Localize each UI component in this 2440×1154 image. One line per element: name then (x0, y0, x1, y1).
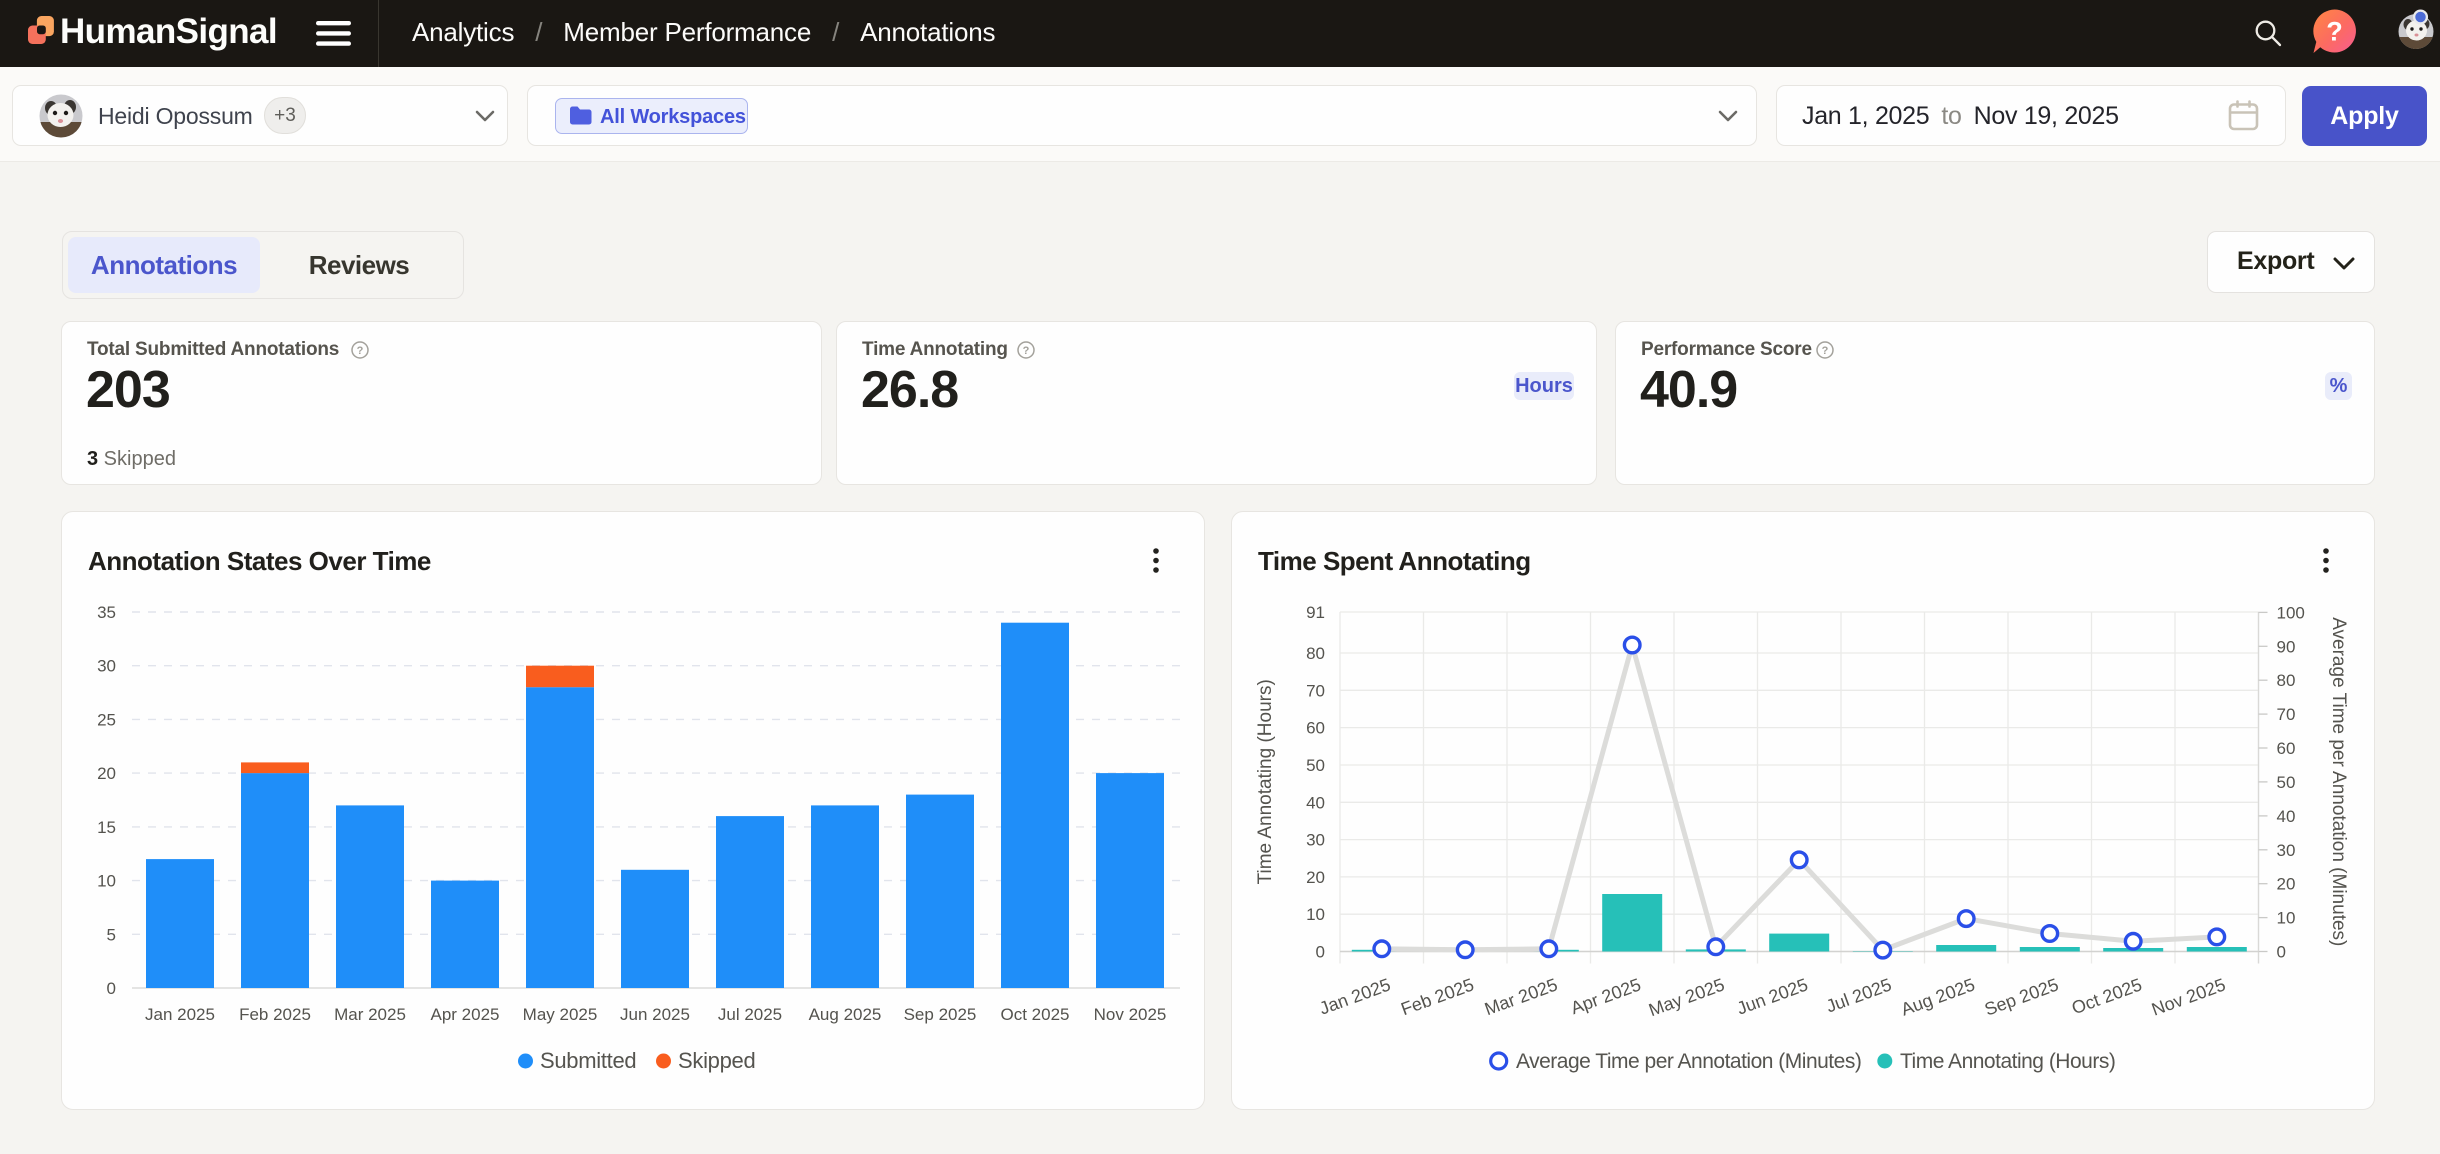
svg-text:Aug 2025: Aug 2025 (1898, 974, 1977, 1019)
svg-text:Aug 2025: Aug 2025 (809, 1005, 882, 1024)
svg-text:Skipped: Skipped (678, 1048, 755, 1073)
svg-text:15: 15 (97, 818, 116, 837)
svg-text:91: 91 (1306, 603, 1325, 622)
svg-text:Sep 2025: Sep 2025 (1982, 974, 2061, 1019)
svg-text:Submitted: Submitted (540, 1048, 636, 1073)
svg-text:Jun 2025: Jun 2025 (620, 1005, 690, 1024)
svg-text:50: 50 (2277, 773, 2296, 792)
svg-text:70: 70 (1306, 681, 1325, 700)
svg-text:80: 80 (2277, 671, 2296, 690)
svg-text:0: 0 (107, 979, 116, 998)
svg-text:90: 90 (2277, 637, 2296, 656)
svg-text:Average Time per Annotation (M: Average Time per Annotation (Minutes) (2328, 617, 2349, 946)
svg-text:Sep 2025: Sep 2025 (904, 1005, 977, 1024)
svg-text:?: ? (1023, 345, 1030, 357)
svg-text:Oct 2025: Oct 2025 (1001, 1005, 1070, 1024)
svg-text:50: 50 (1306, 756, 1325, 775)
svg-text:Feb 2025: Feb 2025 (239, 1005, 311, 1024)
svg-text:?: ? (2326, 17, 2343, 47)
svg-text:100: 100 (2277, 603, 2305, 622)
svg-text:Time Annotating (Hours): Time Annotating (Hours) (1255, 679, 1276, 884)
svg-text:10: 10 (1306, 905, 1325, 924)
svg-text:Time Annotating (Hours): Time Annotating (Hours) (1900, 1050, 2115, 1073)
svg-text:80: 80 (1306, 644, 1325, 663)
svg-text:Jun 2025: Jun 2025 (1734, 974, 1810, 1018)
svg-text:35: 35 (97, 603, 116, 622)
svg-text:40: 40 (2277, 807, 2296, 826)
svg-text:May 2025: May 2025 (523, 1005, 598, 1024)
svg-text:Oct 2025: Oct 2025 (2069, 974, 2144, 1018)
svg-text:25: 25 (97, 710, 116, 729)
svg-text:?: ? (1822, 345, 1829, 357)
svg-text:Mar 2025: Mar 2025 (1482, 974, 1560, 1019)
svg-text:5: 5 (107, 925, 116, 944)
svg-text:10: 10 (97, 872, 116, 891)
svg-text:?: ? (357, 345, 364, 357)
svg-text:0: 0 (2277, 943, 2286, 962)
svg-text:Apr 2025: Apr 2025 (1568, 974, 1643, 1018)
svg-text:Nov 2025: Nov 2025 (1094, 1005, 1167, 1024)
svg-text:Jul 2025: Jul 2025 (718, 1005, 782, 1024)
svg-text:30: 30 (2277, 841, 2296, 860)
svg-text:May 2025: May 2025 (1646, 974, 1727, 1020)
svg-text:0: 0 (1316, 943, 1325, 962)
svg-text:30: 30 (1306, 831, 1325, 850)
svg-text:40: 40 (1306, 793, 1325, 812)
svg-text:Average Time per Annotation (M: Average Time per Annotation (Minutes) (1516, 1050, 1861, 1073)
svg-text:20: 20 (1306, 868, 1325, 887)
svg-text:Jul 2025: Jul 2025 (1823, 974, 1894, 1016)
svg-text:Mar 2025: Mar 2025 (334, 1005, 406, 1024)
svg-text:60: 60 (1306, 719, 1325, 738)
svg-text:Jan 2025: Jan 2025 (1317, 974, 1393, 1018)
svg-text:60: 60 (2277, 739, 2296, 758)
svg-text:20: 20 (2277, 875, 2296, 894)
svg-text:20: 20 (97, 764, 116, 783)
svg-text:Jan 2025: Jan 2025 (145, 1005, 215, 1024)
svg-text:Feb 2025: Feb 2025 (1398, 974, 1476, 1019)
svg-text:30: 30 (97, 657, 116, 676)
svg-text:Nov 2025: Nov 2025 (2149, 974, 2228, 1019)
svg-text:70: 70 (2277, 705, 2296, 724)
svg-text:Apr 2025: Apr 2025 (431, 1005, 500, 1024)
svg-text:10: 10 (2277, 909, 2296, 928)
